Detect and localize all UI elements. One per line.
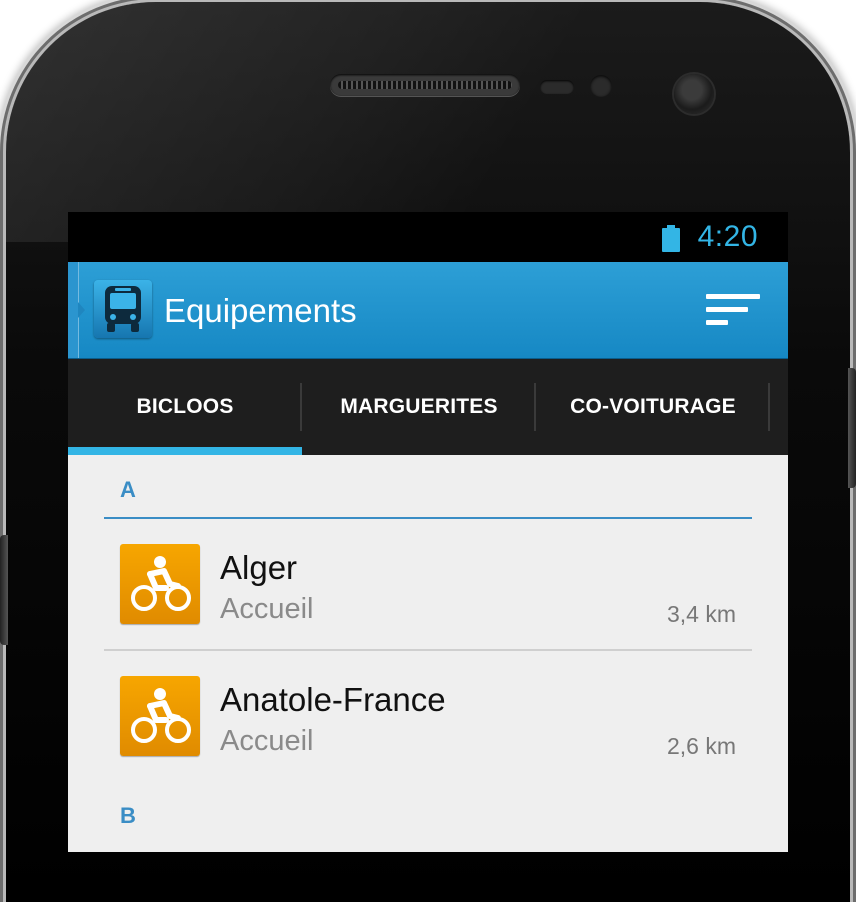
bus-icon[interactable] xyxy=(94,280,152,338)
battery-icon xyxy=(662,225,680,252)
equipment-list: A Alger Accueil 3,4 km Anatole-France Ac… xyxy=(68,455,788,843)
active-tab-indicator xyxy=(68,447,302,455)
power-button xyxy=(848,368,856,488)
tab-co-voiturage[interactable]: CO-VOITURAGE xyxy=(536,359,770,455)
action-bar: Equipements xyxy=(68,262,788,359)
item-name: Alger xyxy=(220,549,298,586)
tab-bar: BICLOOS MARGUERITES CO-VOITURAGE xyxy=(68,359,788,455)
tab-bicloos[interactable]: BICLOOS xyxy=(68,359,302,455)
screen-gloss xyxy=(6,2,850,242)
proximity-sensor xyxy=(540,80,574,94)
tab-label: MARGUERITES xyxy=(340,395,498,418)
bicycle-icon xyxy=(120,544,200,624)
status-clock: 4:20 xyxy=(697,220,758,253)
list-item[interactable]: Anatole-France Accueil 2,6 km xyxy=(104,651,752,781)
tab-marguerites[interactable]: MARGUERITES xyxy=(302,359,536,455)
light-sensor xyxy=(590,75,612,97)
section-letter: A xyxy=(120,477,136,502)
item-category: Accueil xyxy=(220,725,314,757)
item-category: Accueil xyxy=(220,593,314,625)
up-caret-icon[interactable] xyxy=(68,262,85,358)
section-letter: B xyxy=(120,803,136,828)
item-name: Anatole-France xyxy=(220,681,446,718)
tab-label: CO-VOITURAGE xyxy=(570,395,736,418)
bicycle-icon xyxy=(120,676,200,756)
tab-label: BICLOOS xyxy=(136,395,234,418)
section-header-a: A xyxy=(104,455,752,519)
item-distance: 3,4 km xyxy=(666,601,736,627)
list-item[interactable]: Alger Accueil 3,4 km xyxy=(104,519,752,651)
sort-menu-icon[interactable] xyxy=(706,294,760,328)
item-distance: 2,6 km xyxy=(666,733,736,759)
screen: 4:20 Equipements BICLOOS MARGUERITES CO-… xyxy=(68,212,788,852)
status-bar: 4:20 xyxy=(68,212,788,262)
earpiece-speaker xyxy=(330,74,520,96)
page-title: Equipements xyxy=(164,292,357,329)
front-camera xyxy=(674,74,714,114)
volume-button xyxy=(0,535,8,645)
